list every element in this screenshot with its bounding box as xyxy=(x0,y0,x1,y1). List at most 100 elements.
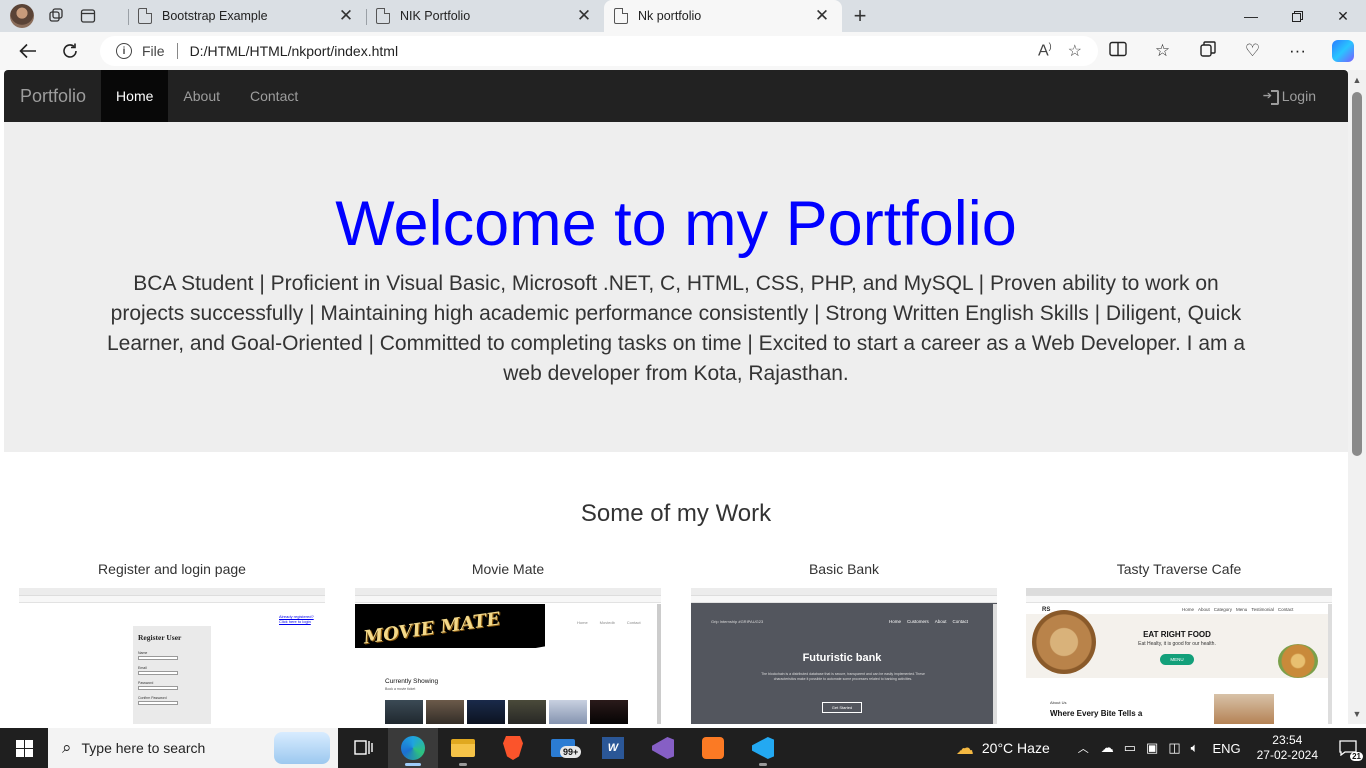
star-icon[interactable]: ☆ xyxy=(1068,41,1082,61)
thumb-field xyxy=(138,686,178,690)
thumb-nav-item: Home xyxy=(1182,607,1195,612)
tab-actions-icon[interactable] xyxy=(78,6,98,26)
notifications-icon[interactable]: 21 xyxy=(1330,728,1366,768)
word-app-icon[interactable]: W xyxy=(588,728,638,768)
project-thumbnail[interactable]: Already registered? Click here to login … xyxy=(19,588,325,724)
brave-app-icon[interactable] xyxy=(488,728,538,768)
network-icon[interactable]: ▣ xyxy=(1146,740,1158,756)
scrollbar-thumb[interactable] xyxy=(1352,92,1362,456)
favorites-icon[interactable]: ☆ xyxy=(1140,41,1185,61)
close-tab-icon[interactable]: ✕ xyxy=(574,6,594,26)
address-divider xyxy=(176,43,178,59)
navbar-brand[interactable]: Portfolio xyxy=(4,70,101,122)
more-icon[interactable]: ··· xyxy=(1275,41,1320,61)
cloud-icon[interactable]: ☁ xyxy=(1101,740,1114,756)
copilot-icon[interactable] xyxy=(1332,40,1354,62)
meet-now-icon[interactable]: ◫ xyxy=(1168,740,1180,756)
taskbar-search[interactable]: ⌕ Type here to search xyxy=(48,728,338,768)
profile-avatar[interactable] xyxy=(10,4,34,28)
read-aloud-icon[interactable]: A) xyxy=(1038,41,1052,61)
chevron-up-icon[interactable]: ︿ xyxy=(1078,740,1089,756)
performance-icon[interactable]: ♡ xyxy=(1230,41,1275,61)
close-tab-icon[interactable]: ✕ xyxy=(812,6,832,26)
battery-icon[interactable]: ▭ xyxy=(1124,740,1136,756)
thumb-scrollbar xyxy=(993,604,997,724)
window-controls: — ✕ xyxy=(1228,0,1366,32)
browser-tab[interactable]: NIK Portfolio ✕ xyxy=(366,0,604,32)
back-arrow-icon[interactable] xyxy=(7,34,49,68)
vscode-app-icon[interactable] xyxy=(738,728,788,768)
thumb-address-bar xyxy=(1026,596,1332,603)
split-screen-icon[interactable] xyxy=(1095,41,1140,62)
thumb-nav-item: Home xyxy=(889,619,902,624)
project-card[interactable]: Tasty Traverse Cafe RS Home About Catego… xyxy=(1026,560,1332,724)
close-window-icon[interactable]: ✕ xyxy=(1320,0,1366,32)
nav-about[interactable]: About xyxy=(168,70,235,122)
project-card[interactable]: Movie Mate MOVIE MATE Home Moviedb Conta… xyxy=(355,560,661,724)
minimize-icon[interactable]: — xyxy=(1228,0,1274,32)
thumb-nav-item: About xyxy=(1198,607,1210,612)
thumb-logo: RS xyxy=(1042,607,1051,613)
thumb-nav-item: Contact xyxy=(952,619,969,624)
start-button[interactable] xyxy=(0,728,48,768)
language-indicator[interactable]: ENG xyxy=(1212,741,1240,756)
close-tab-icon[interactable]: ✕ xyxy=(336,6,356,26)
thumb-nav-item: Customers xyxy=(907,619,929,624)
scroll-down-icon[interactable]: ▼ xyxy=(1348,706,1366,722)
project-thumbnail[interactable]: Grip Internship #GRIPAUG23 Home Customer… xyxy=(691,588,997,724)
thumb-login-link: Already registered? Click here to login xyxy=(279,614,314,624)
thumb-browser-bar xyxy=(691,588,997,596)
restore-icon[interactable] xyxy=(1274,0,1320,32)
thumb-posters xyxy=(385,700,628,724)
nav-contact[interactable]: Contact xyxy=(235,70,313,122)
refresh-icon[interactable] xyxy=(49,34,91,68)
weather-text[interactable]: 20°C Haze xyxy=(982,740,1050,756)
info-icon[interactable]: i xyxy=(116,43,132,59)
mail-app-icon[interactable]: 99+ xyxy=(538,728,588,768)
browser-tab[interactable]: Bootstrap Example ✕ xyxy=(128,0,366,32)
thumb-address-bar xyxy=(19,596,325,603)
volume-icon[interactable]: 🔈︎ xyxy=(1191,740,1199,756)
notification-count: 21 xyxy=(1350,752,1363,761)
thumb-section-sub: Book a movie ticket xyxy=(385,687,416,691)
thumb-nav-item: Home xyxy=(577,620,588,625)
project-card[interactable]: Basic Bank Grip Internship #GRIPAUG23 Ho… xyxy=(691,560,997,724)
new-tab-icon[interactable]: + xyxy=(842,0,878,32)
edge-app-icon[interactable] xyxy=(388,728,438,768)
vs-logo xyxy=(652,737,674,759)
browser-toolbar: i File D:/HTML/HTML/nkport/index.html A)… xyxy=(0,32,1366,70)
browser-tab-active[interactable]: Nk portfolio ✕ xyxy=(604,0,842,32)
nav-home[interactable]: Home xyxy=(101,70,169,122)
clock[interactable]: 23:54 27-02-2024 xyxy=(1257,733,1318,763)
project-card[interactable]: Register and login page Already register… xyxy=(19,560,325,724)
xampp-app-icon[interactable] xyxy=(688,728,738,768)
project-thumbnail[interactable]: RS Home About Category Menu Testimonial … xyxy=(1026,588,1332,724)
scroll-up-icon[interactable]: ▲ xyxy=(1348,72,1366,88)
project-title: Basic Bank xyxy=(808,561,880,577)
edge-logo xyxy=(401,736,425,760)
file-explorer-icon[interactable] xyxy=(438,728,488,768)
system-tray: ☁ 20°C Haze ︿ ☁ ▭ ▣ ◫ 🔈︎ ENG 23:54 27-02… xyxy=(956,728,1366,768)
url-text[interactable]: D:/HTML/HTML/nkport/index.html xyxy=(190,43,1038,59)
page-scrollbar[interactable]: ▲ ▼ xyxy=(1348,70,1366,724)
hero-title: Welcome to my Portfolio xyxy=(335,189,1017,259)
thumb-field-label: Email xyxy=(138,666,147,670)
visual-studio-icon[interactable] xyxy=(638,728,688,768)
collections-icon[interactable] xyxy=(1185,40,1230,63)
thumb-menu-button: MENU xyxy=(1160,654,1194,665)
project-thumbnail[interactable]: MOVIE MATE Home Moviedb Contact Currentl… xyxy=(355,588,661,724)
thumb-nav: Home Customers About Contact xyxy=(889,619,968,624)
thumb-nav-item: About xyxy=(934,619,947,624)
word-logo: W xyxy=(602,737,624,759)
tab-title: NIK Portfolio xyxy=(400,9,471,23)
workspaces-icon[interactable] xyxy=(46,6,66,26)
address-bar[interactable]: i File D:/HTML/HTML/nkport/index.html A)… xyxy=(100,36,1098,66)
thumb-form-heading: Register User xyxy=(138,633,182,642)
login-link[interactable]: Login xyxy=(1263,70,1316,122)
task-view-icon[interactable] xyxy=(338,728,388,768)
thumb-nav-item: Testimonial xyxy=(1251,607,1274,612)
weather-icon[interactable]: ☁ xyxy=(956,738,974,759)
address-actions: A) ☆ xyxy=(1038,41,1082,61)
page-icon xyxy=(614,8,628,24)
thumb-nav: Home About Category Menu Testimonial Con… xyxy=(1182,607,1293,612)
